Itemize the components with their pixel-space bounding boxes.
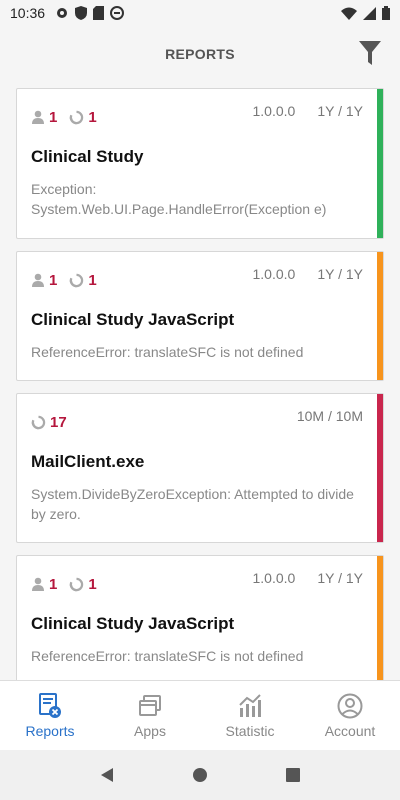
occurrences-count: 1 (88, 575, 97, 593)
user-icon (32, 273, 44, 287)
refresh-icon (70, 110, 84, 124)
nav-statistic[interactable]: Statistic (200, 681, 300, 750)
filter-icon (359, 41, 381, 65)
nav-account-label: Account (324, 722, 376, 739)
nav-reports-label: Reports (25, 722, 75, 739)
users-stat: 1 (31, 109, 57, 126)
report-title: Clinical Study JavaScript (31, 310, 235, 329)
version-label: 1.0.0.0 (252, 266, 296, 282)
occurrences-stat: 17 (31, 414, 67, 431)
report-description: ReferenceError: translateSFC is not defi… (31, 648, 304, 664)
nav-reports[interactable]: Reports (0, 681, 100, 750)
users-stat: 1 (31, 272, 57, 289)
nav-apps-label: Apps (134, 722, 166, 739)
severity-accent (377, 89, 383, 238)
app-header: REPORTS (0, 26, 400, 82)
report-card[interactable]: 1 1 1.0.0.0 1Y / 1Y Clinical Study Excep… (16, 88, 384, 239)
occurrences-count: 1 (88, 271, 97, 289)
card-meta: 17 10M / 10M (31, 404, 369, 440)
user-icon (32, 110, 44, 124)
users-count: 1 (49, 108, 58, 126)
status-right (341, 6, 390, 20)
shield-icon (75, 6, 88, 20)
refresh-icon (70, 577, 84, 591)
recents-icon (286, 768, 301, 782)
report-title: Clinical Study JavaScript (31, 614, 235, 633)
home-button[interactable] (180, 755, 220, 795)
severity-accent (377, 252, 383, 380)
reports-icon (38, 692, 62, 719)
report-description: ReferenceError: translateSFC is not defi… (31, 344, 304, 360)
settings-icon (57, 8, 68, 18)
sync-icon (110, 6, 125, 20)
system-nav (0, 750, 400, 800)
occurrences-count: 1 (88, 108, 97, 126)
card-meta: 1 1 1.0.0.0 1Y / 1Y (31, 99, 369, 135)
status-icons (55, 6, 125, 20)
version-label: 1.0.0.0 (252, 103, 296, 119)
report-card[interactable]: 1 1 1.0.0.0 1Y / 1Y Clinical Study JavaS… (16, 555, 384, 680)
user-icon (32, 577, 44, 591)
apps-icon (138, 693, 162, 719)
users-count: 1 (49, 271, 58, 289)
version-label: 1.0.0.0 (252, 570, 296, 586)
back-button[interactable] (87, 755, 127, 795)
recents-button[interactable] (273, 755, 313, 795)
refresh-icon (70, 273, 84, 287)
report-card[interactable]: 1 1 1.0.0.0 1Y / 1Y Clinical Study JavaS… (16, 251, 384, 381)
report-list: 1 1 1.0.0.0 1Y / 1Y Clinical Study Excep… (0, 82, 400, 680)
card-meta: 1 1 1.0.0.0 1Y / 1Y (31, 262, 369, 298)
status-bar: 10:36 (0, 0, 400, 26)
severity-accent (377, 394, 383, 542)
report-title: MailClient.exe (31, 452, 145, 471)
users-count: 1 (49, 575, 58, 593)
nav-account[interactable]: Account (300, 681, 400, 750)
age-label: 1Y / 1Y (317, 570, 363, 586)
back-icon (100, 768, 113, 782)
users-stat: 1 (31, 576, 57, 593)
bottom-nav: Reports Apps Statistic Account (0, 680, 400, 750)
battery-icon (382, 6, 390, 20)
page-title: REPORTS (165, 46, 235, 62)
report-description: System.DivideByZeroException: Attempted … (31, 486, 354, 522)
home-icon (192, 768, 207, 782)
nav-apps[interactable]: Apps (100, 681, 200, 750)
occurrences-count: 17 (50, 413, 67, 431)
age-label: 1Y / 1Y (317, 103, 363, 119)
sd-card-icon (93, 6, 105, 20)
status-time: 10:36 (10, 5, 46, 21)
refresh-icon (31, 415, 46, 429)
report-description: Exception: System.Web.UI.Page.HandleErro… (31, 181, 327, 217)
severity-accent (377, 556, 383, 680)
filter-button[interactable] (358, 40, 382, 66)
occurrences-stat: 1 (69, 271, 97, 289)
signal-icon (363, 6, 376, 20)
nav-statistic-label: Statistic (225, 722, 275, 739)
account-icon (337, 693, 363, 719)
age-label: 10M / 10M (296, 408, 363, 424)
report-title: Clinical Study (31, 147, 144, 166)
age-label: 1Y / 1Y (317, 266, 363, 282)
report-card[interactable]: 17 10M / 10M MailClient.exe System.Divid… (16, 393, 384, 543)
occurrences-stat: 1 (69, 108, 97, 126)
occurrences-stat: 1 (69, 575, 97, 593)
statistic-icon (238, 693, 262, 719)
card-meta: 1 1 1.0.0.0 1Y / 1Y (31, 566, 369, 602)
wifi-icon (341, 7, 357, 20)
